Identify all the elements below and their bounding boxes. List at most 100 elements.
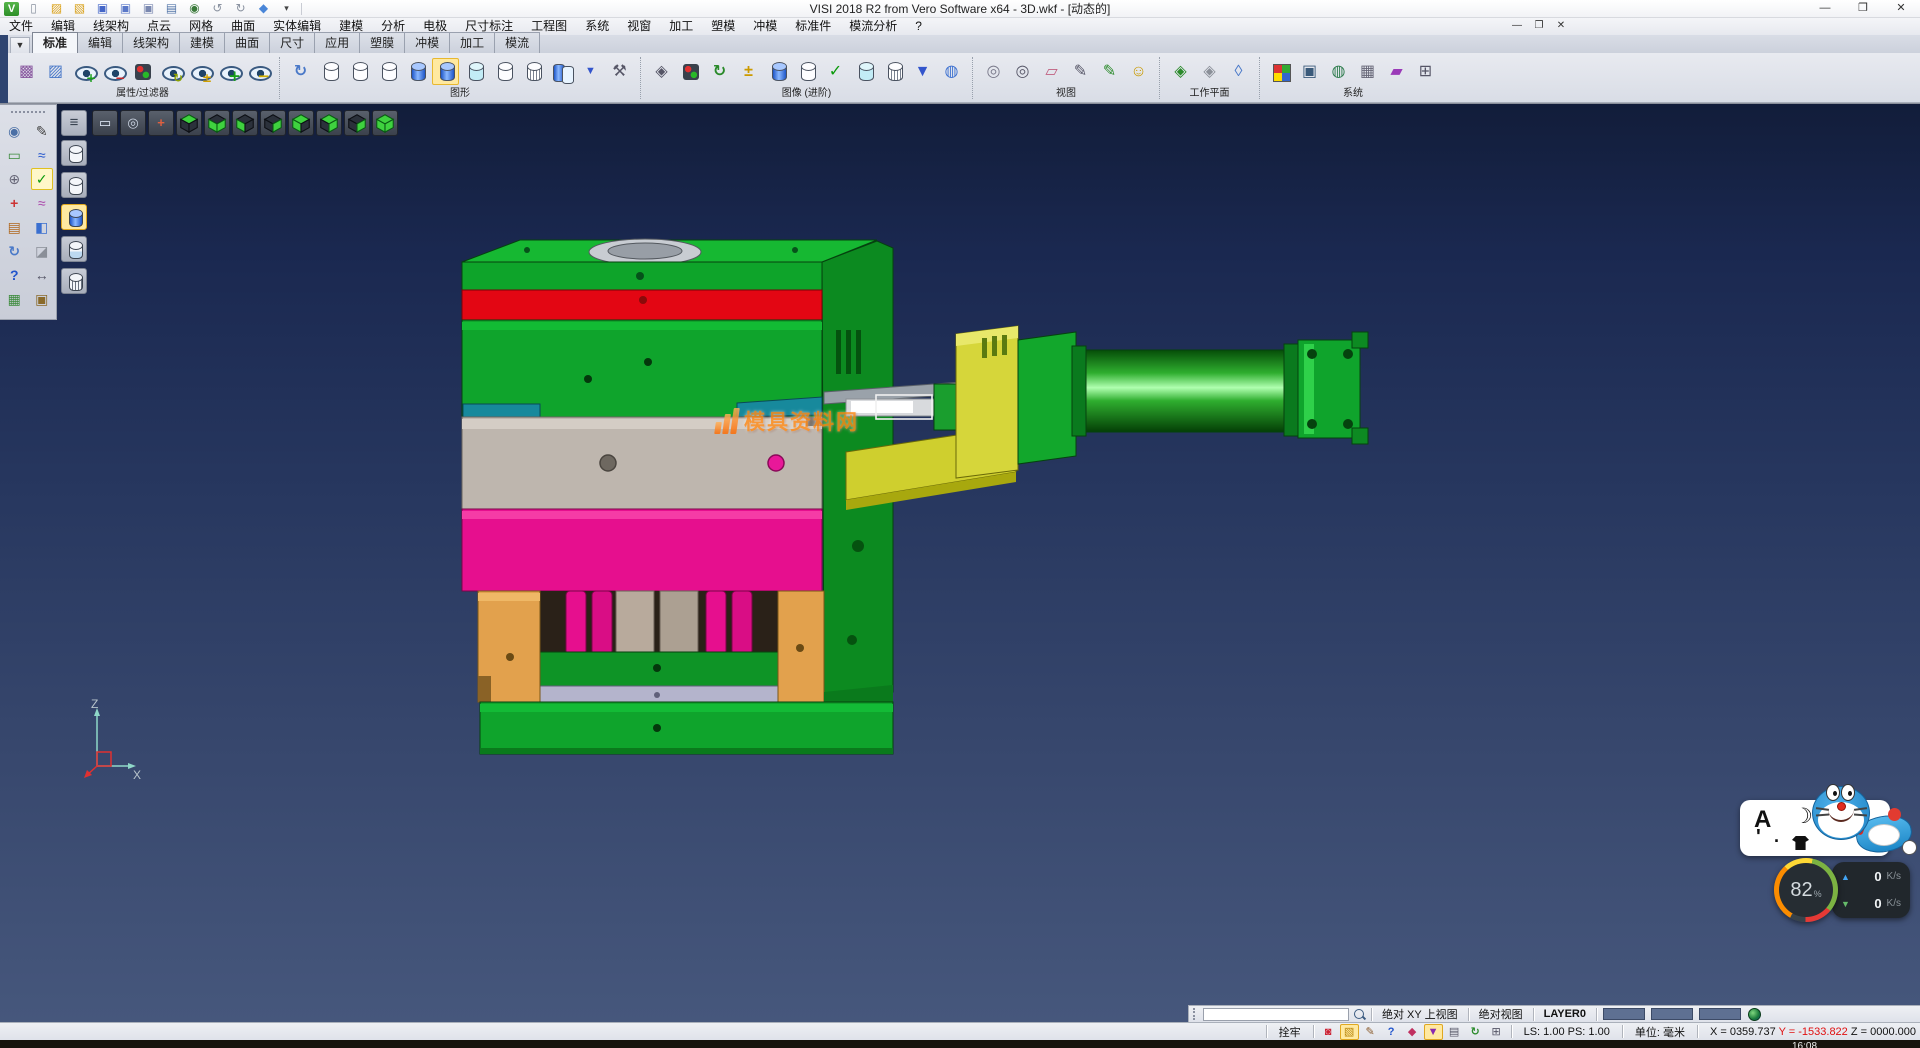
mdi-close-button[interactable]: ✕ [1554, 20, 1568, 31]
curve-edit-icon[interactable]: ≈ [31, 144, 53, 166]
view-toolbar-menu-button[interactable]: ≡ [61, 110, 87, 136]
system-monitor-icon[interactable]: ▣ [1296, 58, 1323, 85]
shaded-edges-icon[interactable] [432, 58, 459, 85]
ribbon-tab[interactable]: 编辑 [77, 32, 123, 53]
undo-icon[interactable]: ↺ [209, 1, 226, 16]
render-refresh-icon[interactable]: ↻ [706, 58, 733, 85]
view-sketch-green-icon[interactable]: ✎ [1096, 58, 1123, 85]
print-icon[interactable]: ▤ [163, 1, 180, 16]
view-front-icon[interactable] [288, 110, 314, 136]
axis-ucs-icon[interactable]: + [148, 110, 174, 136]
render-check-icon[interactable]: ✓ [822, 58, 849, 85]
ime-punctuation[interactable]: ' [1756, 826, 1761, 849]
shade-solid-icon[interactable] [61, 204, 87, 230]
shade-selected-icon[interactable] [548, 58, 575, 85]
show-all-icon[interactable] [216, 58, 243, 85]
menu-item[interactable]: ? [906, 18, 931, 35]
confirm-toggle-icon[interactable]: ✓ [31, 168, 53, 190]
workplane-sketch-icon[interactable]: ◊ [1225, 58, 1252, 85]
menu-item[interactable]: 标准件 [786, 18, 840, 35]
render-sphere-icon[interactable]: ◍ [938, 58, 965, 85]
sketch-erase-icon[interactable]: ✎ [31, 120, 53, 142]
view-face-icon[interactable]: ☺ [1125, 58, 1152, 85]
menu-item[interactable]: 加工 [660, 18, 702, 35]
attribute-palette-icon[interactable]: ▩ [13, 58, 40, 85]
menu-item[interactable]: 冲模 [744, 18, 786, 35]
system-colors-icon[interactable] [1267, 58, 1294, 85]
view-corner-icon[interactable] [344, 110, 370, 136]
grid-window-icon[interactable]: ◧ [31, 216, 53, 238]
hatch-shade-icon[interactable] [519, 58, 546, 85]
network-speed-panel[interactable]: ▲0K/s ▼0K/s [1832, 862, 1910, 918]
system-grid-icon[interactable]: ⊞ [1412, 58, 1439, 85]
quickbar-more-icon[interactable]: ▾ [278, 1, 295, 16]
render-hatch-icon[interactable] [880, 58, 907, 85]
redo-icon[interactable]: ↻ [232, 1, 249, 16]
view-bottom-icon[interactable] [204, 110, 230, 136]
dashed-hidden-icon[interactable] [374, 58, 401, 85]
show-add-icon[interactable] [71, 58, 98, 85]
refresh-visibility-icon[interactable] [158, 58, 185, 85]
mdi-restore-button[interactable]: ❐ [1532, 20, 1546, 31]
fit-view-icon[interactable]: ▭ [92, 110, 118, 136]
memory-gauge[interactable]: 82 % [1774, 858, 1838, 922]
snap-lock-label[interactable]: 拴牢 [1271, 1024, 1309, 1040]
menu-item[interactable]: 塑模 [702, 18, 744, 35]
ribbon-tab[interactable]: 模流 [494, 32, 540, 53]
color-swatch-2[interactable] [1651, 1008, 1693, 1020]
open-file-icon[interactable]: ▨ [48, 1, 65, 16]
maximize-button[interactable]: ❐ [1844, 0, 1882, 18]
attribute-copy-icon[interactable]: ▨ [42, 58, 69, 85]
view-sketch-icon[interactable]: ✎ [1067, 58, 1094, 85]
ribbon-tab[interactable]: 曲面 [224, 32, 270, 53]
shade-translucent-icon[interactable] [61, 236, 87, 262]
render-scene-icon[interactable]: ◈ [648, 58, 675, 85]
status-layers-icon[interactable]: ▤ [1445, 1024, 1464, 1040]
system-plane-icon[interactable]: ▰ [1383, 58, 1410, 85]
palette-icon[interactable]: ▦ [3, 288, 25, 310]
ime-period[interactable]: . [1774, 826, 1779, 847]
save-all-icon[interactable]: ▣ [140, 1, 157, 16]
layer-manager-icon[interactable]: ▤ [3, 216, 25, 238]
system-table-icon[interactable]: ▦ [1354, 58, 1381, 85]
hidden-line-icon[interactable] [345, 58, 372, 85]
render-wire-icon[interactable] [793, 58, 820, 85]
view-left-icon[interactable] [232, 110, 258, 136]
shaded-icon[interactable] [403, 58, 430, 85]
view-plane-icon[interactable]: ▱ [1038, 58, 1065, 85]
tab-dropdown-button[interactable]: ▼ [10, 37, 30, 53]
workplane-create-icon[interactable]: ◈ [1167, 58, 1194, 85]
regen-view-icon[interactable]: ↻ [3, 240, 25, 262]
view-iso-icon[interactable] [372, 110, 398, 136]
hide-remove-icon[interactable] [100, 58, 127, 85]
view-right-icon[interactable] [260, 110, 286, 136]
shade-noshow-icon[interactable] [61, 268, 87, 294]
status-annotate-icon[interactable]: ✎ [1361, 1024, 1380, 1040]
share-icon[interactable]: ◆ [255, 1, 272, 16]
ribbon-tab[interactable]: 冲模 [404, 32, 450, 53]
translucent-icon[interactable] [461, 58, 488, 85]
globe-icon[interactable] [1748, 1008, 1761, 1021]
spline-edit-icon[interactable]: ≈ [31, 192, 53, 214]
ribbon-tab[interactable]: 标准 [32, 32, 78, 53]
export-doc-icon[interactable]: ▣ [31, 288, 53, 310]
render-adjust-icon[interactable]: ± [735, 58, 762, 85]
zoom-inout-icon[interactable]: ⊕ [3, 168, 25, 190]
render-glass-icon[interactable] [851, 58, 878, 85]
view-top-icon[interactable] [176, 110, 202, 136]
view-zoom-icon[interactable]: ◎ [980, 58, 1007, 85]
help-icon[interactable]: ? [3, 264, 25, 286]
taskbar-sliver[interactable]: 16:08 [0, 1040, 1920, 1048]
ribbon-tab[interactable]: 线架构 [122, 32, 180, 53]
save-icon[interactable]: ▣ [94, 1, 111, 16]
filter-lights-icon[interactable] [129, 58, 156, 85]
workplane-edit-icon[interactable]: ◈ [1196, 58, 1223, 85]
graphics-tools-icon[interactable]: ⚒ [606, 58, 633, 85]
menu-item[interactable]: 系统 [576, 18, 618, 35]
ucs-gizmo-icon[interactable]: + [3, 192, 25, 214]
save-as-icon[interactable]: ▣ [117, 1, 134, 16]
regen-graphics-icon[interactable]: ↻ [287, 58, 314, 85]
layer-indicator[interactable]: LAYER0 [1534, 1008, 1596, 1020]
ribbon-tab[interactable]: 塑膜 [359, 32, 405, 53]
hide-all-icon[interactable] [245, 58, 272, 85]
